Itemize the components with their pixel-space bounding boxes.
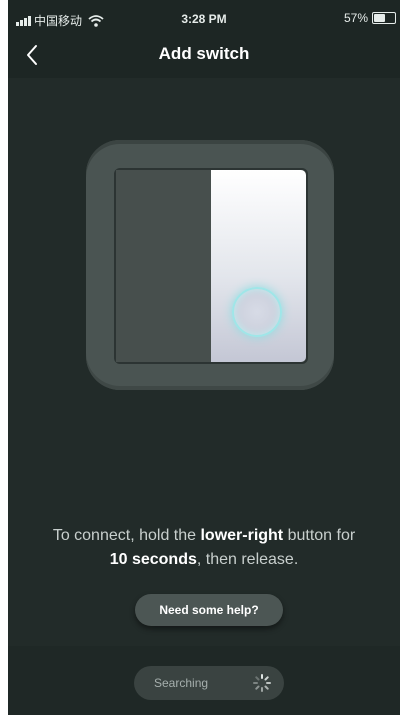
nav-bar: Add switch [8,32,400,78]
status-right: 57% [344,11,396,25]
switch-illustration [86,140,334,390]
instruction-text-3: , then release. [196,551,299,568]
spinner-icon [253,674,271,692]
app-screen: 中国移动 3:28 PM 57% Add switch To connect, … [8,0,400,715]
switch-left-rocker [116,170,212,362]
switch-frame [114,168,308,364]
battery-fill [374,14,386,22]
battery-percent: 57% [343,11,368,25]
instruction-bold-2: 10 seconds [109,551,197,568]
lower-right-button-glow [232,287,282,337]
instruction-text-1: To connect, hold the [52,527,201,544]
need-help-button[interactable]: Need some help? [135,594,283,626]
status-bar: 中国移动 3:28 PM 57% [8,0,400,32]
connect-instruction: To connect, hold the lower-right button … [8,524,400,572]
searching-status: Searching [134,666,284,700]
instruction-bold-1: lower-right [200,527,284,544]
battery-icon [372,12,396,24]
status-time: 3:28 PM [181,12,227,26]
page-title: Add switch [158,44,250,63]
instruction-text-2: button for [283,527,356,544]
switch-right-rocker [211,170,306,362]
searching-label: Searching [154,676,209,690]
bottom-bar: Searching [8,646,400,715]
